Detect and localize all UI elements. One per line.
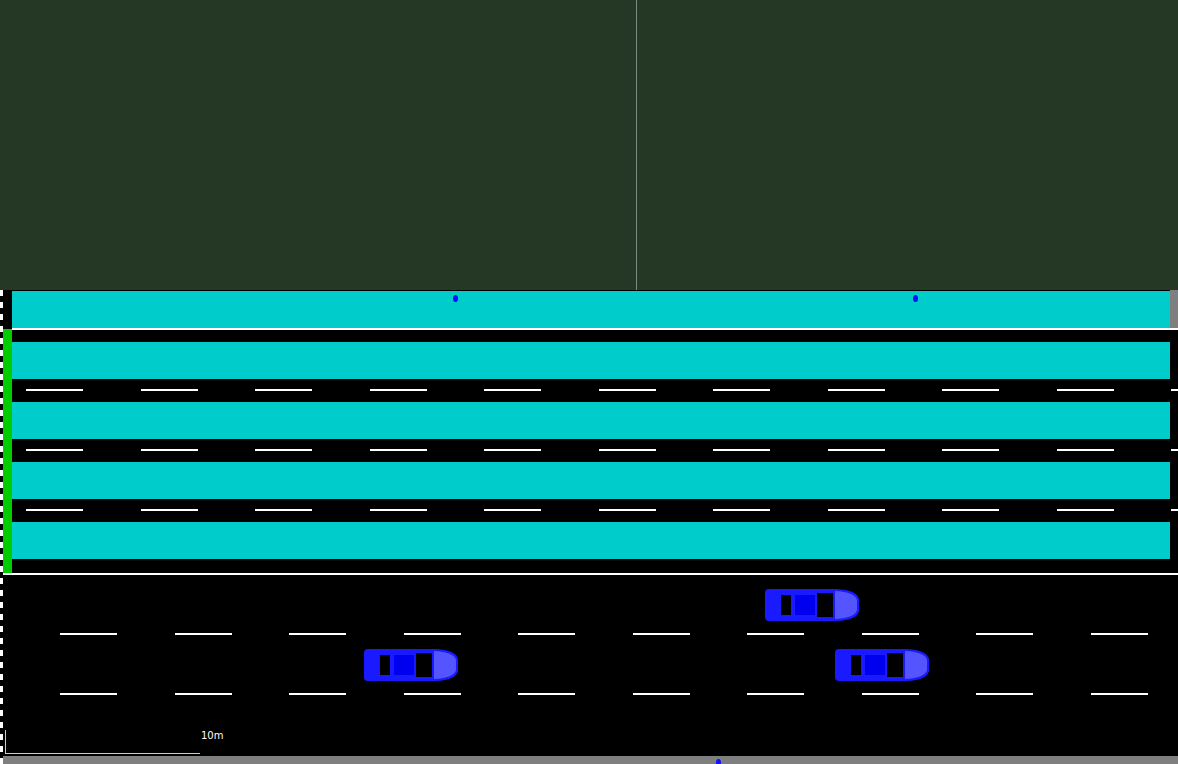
crosswalk-stripe xyxy=(12,522,1170,559)
pedestrian-icon[interactable] xyxy=(913,295,918,302)
road-edge-right xyxy=(1170,290,1178,328)
crossing-gap xyxy=(0,439,1178,462)
pedestrian-icon[interactable] xyxy=(716,759,721,764)
pedestrian-icon[interactable] xyxy=(453,295,458,302)
lane-marking xyxy=(976,633,1033,635)
crosswalk-stripe xyxy=(12,462,1170,499)
lane-marking xyxy=(828,449,885,451)
crossing-border xyxy=(12,328,1178,330)
lane-marking xyxy=(747,693,804,695)
lane-marking xyxy=(26,509,83,511)
lane-marking xyxy=(255,509,312,511)
lane-marking xyxy=(370,449,427,451)
lane-marking xyxy=(599,389,656,391)
lane-marking xyxy=(713,449,770,451)
vehicle-icon[interactable] xyxy=(835,647,930,683)
lane-marking xyxy=(633,633,690,635)
lane-marking xyxy=(26,389,83,391)
lane-marking xyxy=(599,509,656,511)
lane-marking xyxy=(747,633,804,635)
lane-marking xyxy=(976,693,1033,695)
road-lane xyxy=(0,635,1178,695)
road xyxy=(0,573,1178,756)
road-lane xyxy=(0,575,1178,635)
lane-marking xyxy=(255,389,312,391)
lane-marking xyxy=(599,449,656,451)
crossing-gap xyxy=(0,559,1178,570)
sidewalk xyxy=(12,291,1170,328)
lane-marking xyxy=(942,509,999,511)
lane-marking xyxy=(370,509,427,511)
grass-area xyxy=(0,0,1178,290)
lane-marking xyxy=(175,693,232,695)
lane-marking xyxy=(1171,449,1178,451)
lane-marking xyxy=(1091,693,1148,695)
lane-marking xyxy=(255,449,312,451)
lane-marking xyxy=(404,693,461,695)
vehicle-icon[interactable] xyxy=(364,647,459,683)
lane-marking xyxy=(289,633,346,635)
lane-marking xyxy=(828,389,885,391)
crossing-gap xyxy=(0,330,1178,342)
crossing-gap xyxy=(0,499,1178,522)
lane-marking xyxy=(175,633,232,635)
pedestrian-crossing xyxy=(0,290,1178,573)
lane-marking xyxy=(289,693,346,695)
lane-marking xyxy=(484,449,541,451)
lane-marking xyxy=(942,389,999,391)
simulation-view[interactable]: 10m xyxy=(0,0,1178,764)
lane-marking xyxy=(862,693,919,695)
lane-marking xyxy=(484,389,541,391)
lane-marking xyxy=(1171,389,1178,391)
lane-marking xyxy=(1091,633,1148,635)
crosswalk-stripe xyxy=(12,342,1170,379)
lane-marking xyxy=(1171,509,1178,511)
lane-marking xyxy=(60,633,117,635)
crossing-gap xyxy=(0,379,1178,402)
lane-marking xyxy=(404,633,461,635)
lane-marking xyxy=(60,693,117,695)
pole-line xyxy=(636,0,637,290)
lane-marking xyxy=(518,633,575,635)
lane-marking xyxy=(862,633,919,635)
road-lane xyxy=(0,695,1178,755)
lane-marking xyxy=(141,509,198,511)
traffic-light[interactable] xyxy=(3,329,12,573)
lane-marking xyxy=(26,449,83,451)
lane-marking xyxy=(942,449,999,451)
scale-line xyxy=(5,730,200,754)
lane-marking xyxy=(141,389,198,391)
lane-marking xyxy=(370,389,427,391)
scale-label: 10m xyxy=(200,730,225,754)
lane-marking xyxy=(713,509,770,511)
lane-marking xyxy=(484,509,541,511)
lane-marking xyxy=(1057,509,1114,511)
scale-bar: 10m xyxy=(5,730,225,754)
road-edge xyxy=(0,756,1178,764)
lane-marking xyxy=(1057,389,1114,391)
crosswalk-stripe xyxy=(12,402,1170,439)
vehicle-icon[interactable] xyxy=(765,587,860,623)
lane-marking xyxy=(1057,449,1114,451)
lane-marking xyxy=(518,693,575,695)
lane-marking xyxy=(828,509,885,511)
lane-marking xyxy=(141,449,198,451)
lane-marking xyxy=(633,693,690,695)
lane-marking xyxy=(713,389,770,391)
